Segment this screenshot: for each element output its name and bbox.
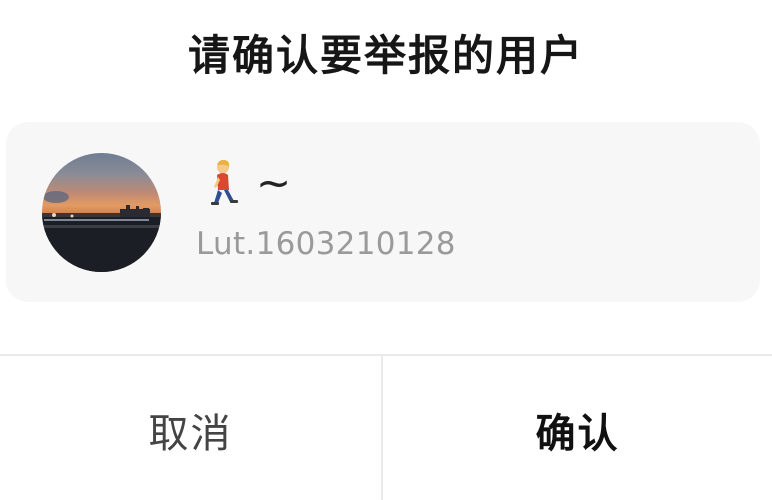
confirm-button-label: 确认 bbox=[535, 411, 620, 457]
confirm-button[interactable]: 确认 bbox=[383, 356, 772, 500]
avatar bbox=[42, 153, 161, 272]
reported-user-card: ~ Lut.1603210128 bbox=[6, 122, 760, 302]
dialog-title: 请确认要举报的用户 bbox=[187, 31, 584, 80]
cancel-button-label: 取消 bbox=[148, 411, 233, 457]
user-display-name: ~ bbox=[206, 156, 291, 206]
user-display-name-text: ~ bbox=[256, 158, 292, 207]
cancel-button[interactable]: 取消 bbox=[0, 356, 381, 500]
walking-person-icon bbox=[206, 159, 242, 207]
user-id: Lut.1603210128 bbox=[196, 226, 456, 262]
